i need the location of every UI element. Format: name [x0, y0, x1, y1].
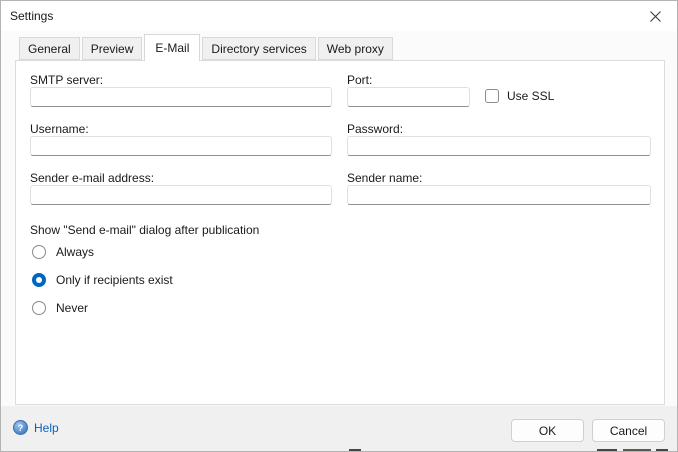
username-label: Username:: [30, 122, 89, 136]
port-label: Port:: [347, 73, 372, 87]
help-link-label: Help: [34, 421, 59, 435]
help-icon: ?: [13, 420, 28, 435]
username-input[interactable]: [30, 136, 332, 156]
tab-bar: General Preview E-Mail Directory service…: [19, 34, 395, 60]
sender-email-input[interactable]: [30, 185, 332, 205]
radio-never[interactable]: [32, 301, 46, 315]
use-ssl-checkbox[interactable]: [485, 89, 499, 103]
radio-only-if-recipients-label: Only if recipients exist: [56, 273, 173, 287]
tab-email[interactable]: E-Mail: [144, 34, 200, 61]
settings-dialog: Settings General Preview E-Mail Director…: [0, 0, 678, 452]
password-label: Password:: [347, 122, 403, 136]
tab-general[interactable]: General: [19, 37, 80, 60]
radio-row-always: Always: [32, 245, 94, 259]
radio-always-label: Always: [56, 245, 94, 259]
radio-never-label: Never: [56, 301, 88, 315]
help-link[interactable]: ? Help: [13, 420, 59, 435]
footer-bar: ? Help OK Cancel: [1, 406, 678, 451]
password-input[interactable]: [347, 136, 651, 156]
tab-web-proxy[interactable]: Web proxy: [318, 37, 393, 60]
close-button[interactable]: [639, 3, 671, 29]
smtp-server-label: SMTP server:: [30, 73, 103, 87]
cancel-button[interactable]: Cancel: [592, 419, 665, 442]
window-title: Settings: [10, 9, 53, 23]
tab-preview[interactable]: Preview: [82, 37, 143, 60]
title-bar: Settings: [1, 1, 677, 31]
port-input[interactable]: [347, 87, 470, 107]
use-ssl-row: Use SSL: [485, 89, 554, 103]
ok-button[interactable]: OK: [511, 419, 584, 442]
sender-name-input[interactable]: [347, 185, 651, 205]
radio-only-if-recipients[interactable]: [32, 273, 46, 287]
send-dialog-group-label: Show "Send e-mail" dialog after publicat…: [30, 223, 259, 237]
smtp-server-input[interactable]: [30, 87, 332, 107]
radio-always[interactable]: [32, 245, 46, 259]
sender-name-label: Sender name:: [347, 171, 422, 185]
email-tab-panel: SMTP server: Port: Use SSL Username: Pas…: [15, 60, 665, 405]
use-ssl-label: Use SSL: [507, 89, 554, 103]
sender-email-label: Sender e-mail address:: [30, 171, 154, 185]
radio-row-never: Never: [32, 301, 88, 315]
radio-row-only-if-recipients: Only if recipients exist: [32, 273, 173, 287]
close-icon: [649, 10, 662, 23]
tab-directory-services[interactable]: Directory services: [202, 37, 315, 60]
